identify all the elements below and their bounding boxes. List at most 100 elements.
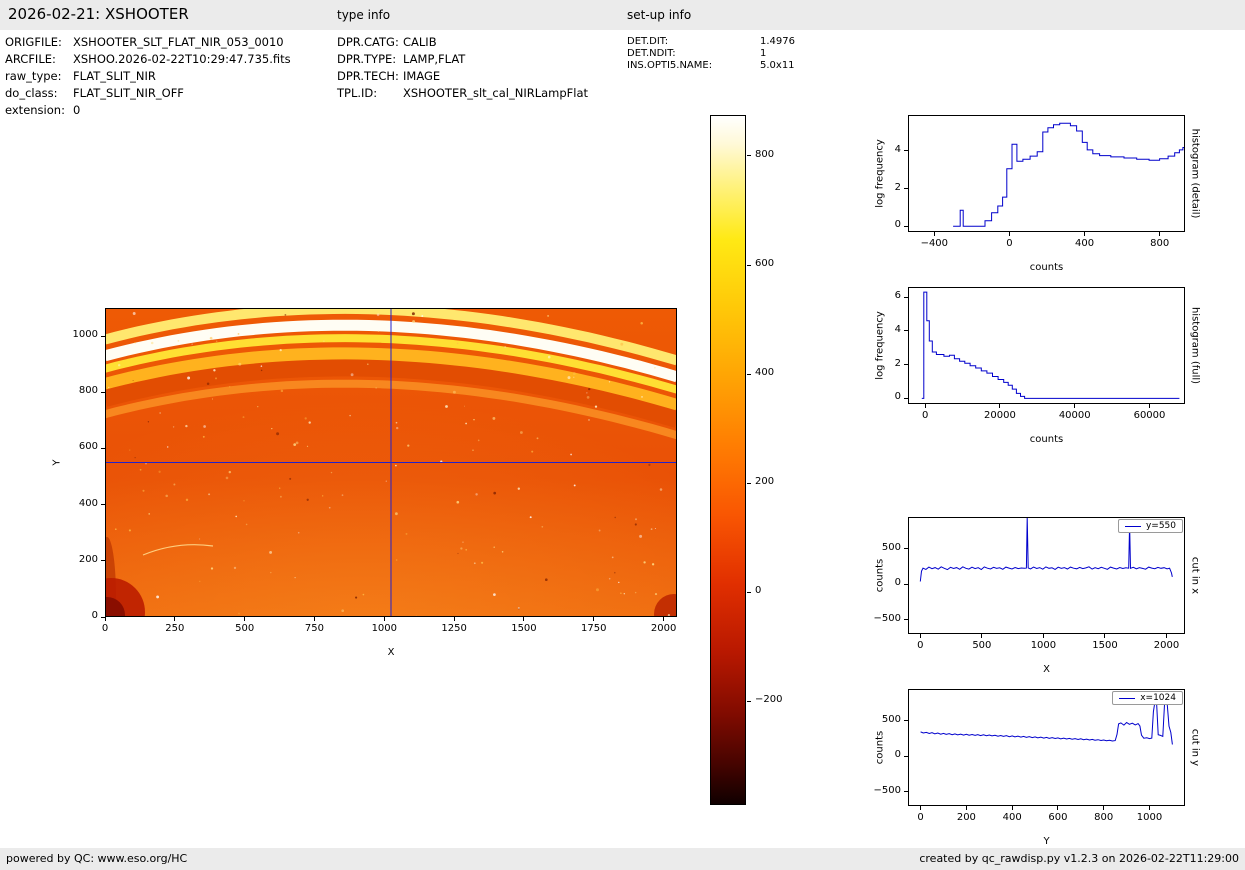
histogram-detail-plot: −400 0 400 800 0 2 4 counts log frequency histogr…: [875, 115, 1201, 273]
metadata-row: raw_type: FLAT_SLIT_NIR: [5, 68, 291, 85]
y-axis-label: counts: [874, 558, 886, 592]
plot-legend: x=1024: [1112, 691, 1183, 705]
metadata-label: DPR.CATG:: [337, 35, 399, 49]
x-tick: [453, 617, 455, 621]
metadata-value: FLAT_SLIT_NIR_OFF: [73, 86, 184, 100]
y-tick: [904, 364, 908, 366]
x-tick-label: 0: [922, 410, 929, 421]
legend-label: y=550: [1145, 521, 1176, 531]
y-tick: [904, 619, 908, 621]
metadata-row: ARCFILE: XSHOO.2026-02-22T10:29:47.735.fi…: [5, 51, 291, 68]
y-tick: [101, 447, 105, 449]
x-tick: [1057, 806, 1059, 810]
setup-info-heading: set-up info: [627, 8, 692, 22]
x-tick: [104, 617, 106, 621]
plot-border: [908, 287, 1185, 404]
x-axis-label: counts: [1029, 434, 1064, 445]
type-info-heading: type info: [337, 8, 391, 22]
colorbar-tick: [747, 482, 751, 484]
metadata-value: 5.0x11: [760, 60, 795, 71]
metadata-value: 1.4976: [760, 36, 795, 47]
colorbar-tick: [747, 700, 751, 702]
colorbar-gradient: [710, 115, 746, 805]
metadata-label: ORIGFILE:: [5, 35, 62, 49]
y-tick: [904, 188, 908, 190]
x-tick: [1008, 232, 1010, 236]
metadata-row: INS.OPTI5.NAME: 5.0x11: [627, 60, 795, 72]
metadata-label: extension:: [5, 103, 65, 117]
legend-line-sample: [1119, 697, 1136, 699]
metadata-label: TPL.ID:: [337, 86, 378, 100]
x-tick-label: 250: [165, 623, 185, 634]
metadata-value: 0: [73, 103, 81, 117]
colorbar-tick-label: 0: [755, 585, 762, 597]
y-tick: [904, 548, 908, 550]
metadata-row: DET.NDIT: 1: [627, 48, 795, 60]
x-tick: [663, 617, 665, 621]
colorbar-tick-label: 200: [755, 476, 775, 488]
metadata-row: extension: 0: [5, 102, 291, 119]
metadata-value: XSHOOTER_SLT_FLAT_NIR_053_0010: [73, 35, 284, 49]
y-tick: [904, 150, 908, 152]
y-tick: [101, 391, 105, 393]
x-tick-label: 0: [1006, 238, 1013, 249]
metadata-value: 1: [760, 48, 767, 59]
histogram-detail-canvas: [908, 115, 1185, 232]
x-tick-label: 1500: [511, 623, 537, 634]
metadata-value: XSHOO.2026-02-22T10:29:47.735.fits: [73, 52, 291, 66]
y-tick: [101, 560, 105, 562]
metadata-label: INS.OPTI5.NAME:: [627, 60, 713, 71]
x-tick: [1159, 232, 1161, 236]
x-tick: [1148, 404, 1150, 408]
x-tick: [1103, 806, 1105, 810]
y-tick: [904, 397, 908, 399]
x-axis-label: counts: [1029, 262, 1064, 273]
x-tick-label: 500: [972, 640, 992, 651]
y-axis-label: counts: [874, 730, 886, 764]
metadata-row: ORIGFILE: XSHOOTER_SLT_FLAT_NIR_053_0010: [5, 34, 291, 51]
metadata-value: LAMP,FLAT: [403, 52, 466, 66]
cut-in-y-plot: 0 200 400 600 800 1000 −500 0 500 Ycounts cut in y…: [874, 689, 1201, 847]
colorbar-tick-label: 600: [755, 258, 775, 269]
colorbar-tick-label: 800: [755, 148, 775, 160]
colorbar-tick: [747, 155, 751, 157]
footer-bar: powered by QC: www.eso.org/HC created by…: [0, 848, 1245, 870]
file-info-block: ORIGFILE: XSHOOTER_SLT_FLAT_NIR_053_0010 A…: [5, 34, 291, 119]
x-tick: [593, 617, 595, 621]
y-tick-label: 800: [78, 385, 98, 397]
cut-in-y-line: [920, 699, 1173, 745]
histogram-full-canvas: [908, 287, 1185, 404]
x-tick-label: 1750: [581, 623, 607, 634]
metadata-label: DET.DIT:: [627, 36, 669, 47]
header-bar: 2026-02-21: XSHOOTER type info set-up in…: [0, 0, 1245, 30]
cut-in-y-canvas: [908, 689, 1185, 806]
colorbar: 800 600 400 200 0 −200: [710, 115, 782, 805]
detector-image-canvas: [105, 308, 677, 617]
metadata-row: DPR.CATG: CALIB: [337, 34, 588, 51]
x-axis-label: X: [387, 647, 395, 658]
y-tick: [101, 616, 105, 618]
metadata-label: do_class:: [5, 86, 58, 100]
metadata-row: DET.DIT: 1.4976: [627, 36, 795, 48]
y-tick: [101, 335, 105, 337]
y-tick: [101, 504, 105, 506]
y-axis-label: log frequency: [874, 310, 886, 380]
metadata-label: ARCFILE:: [5, 52, 56, 66]
x-tick-label: 1250: [441, 623, 467, 634]
plot-legend: y=550: [1117, 519, 1183, 533]
x-tick: [1042, 634, 1044, 638]
x-axis-label: X: [1043, 664, 1050, 675]
x-tick: [920, 806, 922, 810]
plot-border: [908, 689, 1185, 806]
x-tick-label: 1000: [371, 623, 398, 634]
x-tick-label: 60000: [1133, 410, 1166, 421]
plot-side-label: histogram (detail): [1189, 128, 1201, 218]
colorbar-tick: [747, 591, 751, 593]
x-tick: [174, 617, 176, 621]
metadata-row: DPR.TECH: IMAGE: [337, 68, 588, 85]
legend-label: x=1024: [1140, 693, 1176, 703]
y-tick: [904, 583, 908, 585]
page-title: 2026-02-21: XSHOOTER: [8, 5, 189, 23]
colorbar-tick-label: 400: [755, 367, 775, 379]
qc-report-page: 2026-02-21: XSHOOTER type info set-up in…: [0, 0, 1245, 870]
